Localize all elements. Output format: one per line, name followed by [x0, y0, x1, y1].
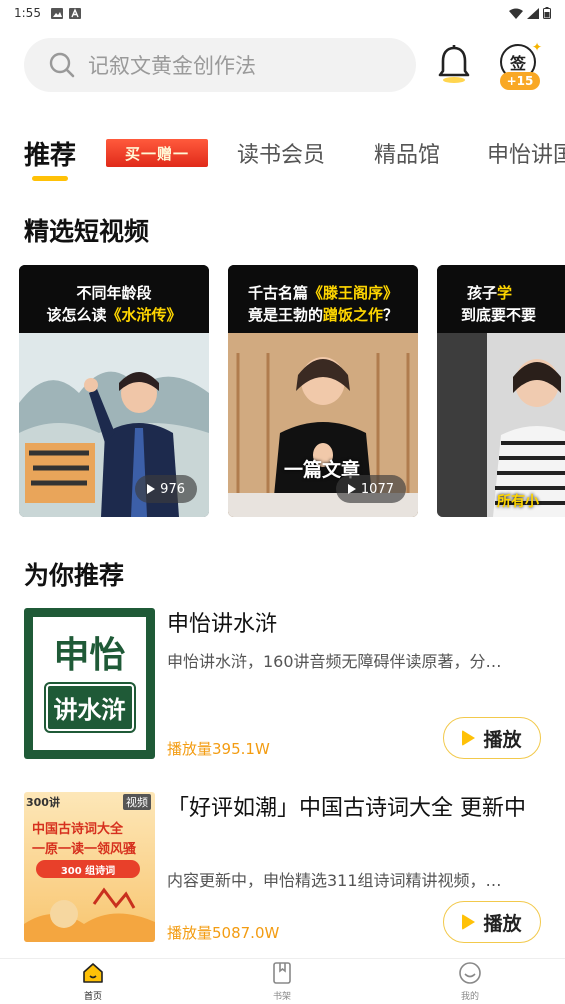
caption-line: 不同年龄段 — [76, 284, 152, 302]
wifi-icon — [509, 8, 523, 19]
play-button[interactable]: 播放 — [443, 901, 541, 943]
tab-shenyi[interactable]: 申怡讲国 — [487, 130, 565, 176]
item-title: 申怡讲水浒 — [167, 612, 278, 637]
item-title: 「好评如潮」中国古诗词大全 更新中 — [167, 796, 526, 821]
play-icon — [462, 914, 476, 930]
play-button[interactable]: 播放 — [443, 717, 541, 759]
play-count: 播放量395.1W — [167, 740, 270, 758]
tab-reading-member[interactable]: 读书会员 — [237, 130, 325, 176]
caption-line: 千古名篇《滕王阁序》 — [247, 284, 399, 302]
recommend-title: 为你推荐 — [24, 561, 125, 590]
nav-label: 书架 — [272, 992, 291, 1002]
video-caption: 不同年龄段 该怎么读《水浒传》 — [19, 265, 209, 333]
home-icon — [83, 963, 103, 983]
video-caption: 孩子学 到底要不要 — [437, 265, 565, 333]
search-input[interactable]: 记叙文黄金创作法 — [24, 38, 416, 92]
tab-boutique[interactable]: 精品馆 — [374, 130, 440, 176]
search-row: 记叙文黄金创作法 签 ✦ +15 — [0, 36, 565, 96]
cover-badge: 视频 — [123, 794, 151, 810]
nav-profile[interactable]: 我的 — [430, 961, 510, 1004]
battery-icon — [543, 7, 551, 19]
caption-line: 到底要不要 — [461, 306, 537, 324]
category-tabs: 推荐 读书会员 精品馆 申怡讲国 — [0, 130, 565, 186]
smile-icon — [459, 962, 481, 984]
active-tab-indicator — [32, 176, 68, 181]
cover-illustration — [24, 887, 155, 942]
course-cover: 申怡 讲水浒 — [24, 608, 155, 759]
bookshelf-icon — [273, 962, 291, 984]
play-icon — [347, 484, 356, 494]
video-card[interactable]: 千古名篇《滕王阁序》 竟是王勃的蹭饭之作？ 一篇文章 1077 — [228, 265, 418, 517]
item-description: 申怡讲水浒，160讲音频无障碍伴读原著，分… — [167, 652, 502, 671]
tab-recommend[interactable]: 推荐 — [24, 130, 76, 176]
play-icon — [462, 730, 476, 746]
view-count-badge: 976 — [135, 475, 197, 503]
video-card[interactable]: 不同年龄段 该怎么读《水浒传》 976 — [19, 265, 209, 517]
bell-icon[interactable] — [436, 44, 472, 84]
caption-line: 孩子学 — [467, 284, 513, 302]
course-cover: 300讲 视频 中国古诗词大全 一原一读一领风骚 300 组诗词 — [24, 792, 155, 942]
nav-label: 我的 — [460, 992, 479, 1002]
sparkle-icon: ✦ — [532, 40, 543, 54]
short-videos-title: 精选短视频 — [24, 217, 150, 246]
video-caption: 千古名篇《滕王阁序》 竟是王勃的蹭饭之作？ — [228, 265, 418, 333]
status-time: 1:55 — [14, 6, 41, 20]
status-bar: 1:55 — [0, 0, 565, 26]
nav-home[interactable]: 首页 — [53, 961, 133, 1004]
cover-title: 中国古诗词大全 — [32, 822, 124, 837]
cover-subtitle: 讲水浒 — [45, 684, 134, 731]
bottom-nav: 首页 书架 我的 — [0, 958, 565, 1004]
item-description: 内容更新中，申怡精选311组诗词精讲视频，… — [167, 871, 502, 890]
short-videos-carousel[interactable]: 不同年龄段 该怎么读《水浒传》 976 千古名篇《滕王阁序》 竟是王勃的蹭饭之作… — [0, 265, 565, 517]
list-item[interactable]: 申怡 讲水浒 申怡讲水浒 申怡讲水浒，160讲音频无障碍伴读原著，分… 播放量3… — [0, 608, 565, 768]
view-count-badge: 1077 — [335, 475, 406, 503]
play-button-label: 播放 — [483, 912, 522, 935]
signin-bonus: +15 — [500, 72, 540, 90]
play-count: 播放量5087.0W — [167, 924, 280, 942]
search-placeholder: 记叙文黄金创作法 — [88, 54, 256, 78]
caption-line: 竟是王勃的蹭饭之作？ — [247, 306, 399, 324]
promo-tag[interactable]: 买一赠一 — [106, 139, 208, 167]
signal-icon — [527, 7, 539, 19]
nav-bookshelf[interactable]: 书架 — [242, 961, 322, 1004]
search-icon — [49, 52, 75, 78]
caption-line: 该怎么读《水浒传》 — [46, 306, 182, 324]
play-button-label: 播放 — [483, 728, 522, 751]
video-card[interactable]: 孩子学 到底要不要 所有小 — [437, 265, 565, 517]
cover-subtitle: 一原一读一领风骚 — [32, 842, 137, 857]
cover-title: 申怡 — [53, 635, 126, 676]
gallery-notification-icon — [50, 7, 63, 19]
text-notification-icon — [68, 7, 81, 19]
play-icon — [147, 484, 156, 494]
nav-label: 首页 — [83, 992, 102, 1002]
cover-tag: 300 组诗词 — [36, 860, 140, 878]
video-thumbnail — [437, 333, 565, 517]
signin-button[interactable]: 签 ✦ +15 — [496, 40, 544, 94]
video-overlay-text: 所有小 — [497, 494, 539, 510]
cover-badge: 300讲 — [26, 796, 60, 809]
list-item[interactable]: 300讲 视频 中国古诗词大全 一原一读一领风骚 300 组诗词 「好评如潮」中… — [0, 792, 565, 952]
